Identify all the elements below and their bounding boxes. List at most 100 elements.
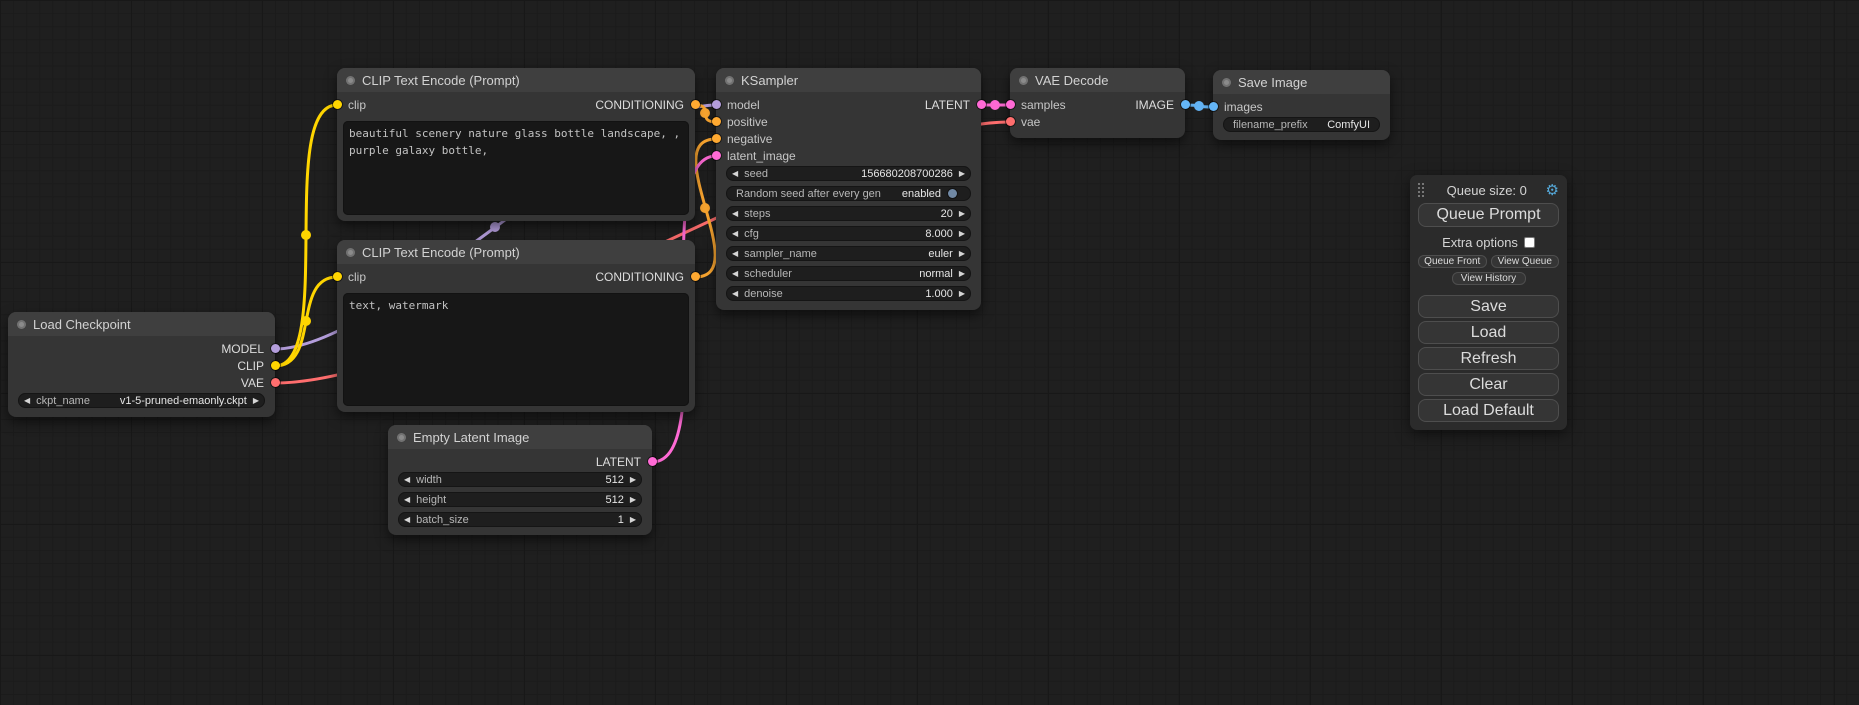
decrement-arrow-icon[interactable]: ◀ [726, 206, 744, 221]
decrement-arrow-icon[interactable]: ◀ [726, 246, 744, 261]
toggle-indicator-icon[interactable] [948, 189, 957, 198]
images-input-dot[interactable] [1209, 102, 1218, 111]
widget-value: 512 [605, 474, 623, 486]
samples-input-dot[interactable] [1006, 100, 1015, 109]
link-midpoint-dot [490, 222, 500, 232]
seed-widget[interactable]: ◀ seed 156680208700286 ▶ [726, 166, 971, 181]
node-vae-decode[interactable]: VAE Decode samples IMAGE vae [1010, 68, 1185, 138]
extra-options-checkbox[interactable] [1524, 237, 1535, 248]
ckpt-name-widget[interactable]: ◀ ckpt_name v1-5-pruned-emaonly.ckpt ▶ [18, 393, 265, 408]
decrement-arrow-icon[interactable]: ◀ [726, 166, 744, 181]
clip-output-dot[interactable] [271, 361, 280, 370]
model-input-dot[interactable] [712, 100, 721, 109]
increment-arrow-icon[interactable]: ▶ [247, 393, 265, 408]
node-clip-text-encode-positive[interactable]: CLIP Text Encode (Prompt) clip CONDITION… [337, 68, 695, 221]
positive-prompt-textarea[interactable]: beautiful scenery nature glass bottle la… [343, 121, 689, 215]
latent-image-input-dot[interactable] [712, 151, 721, 160]
clip-input-dot[interactable] [333, 100, 342, 109]
queue-front-button[interactable]: Queue Front [1418, 255, 1487, 268]
batch-size-widget[interactable]: ◀ batch_size 1 ▶ [398, 512, 642, 527]
steps-widget[interactable]: ◀ steps 20 ▶ [726, 206, 971, 221]
node-ksampler[interactable]: KSampler model LATENT positive negative … [716, 68, 981, 310]
comfy-menu-panel[interactable]: Queue size: 0 ⚙ Queue Prompt Extra optio… [1410, 175, 1567, 430]
width-widget[interactable]: ◀ width 512 ▶ [398, 472, 642, 487]
scheduler-widget[interactable]: ◀ scheduler normal ▶ [726, 266, 971, 281]
sampler-name-widget[interactable]: ◀ sampler_name euler ▶ [726, 246, 971, 261]
decrement-arrow-icon[interactable]: ◀ [398, 492, 416, 507]
input-slot-label: model [727, 98, 760, 112]
decrement-arrow-icon[interactable]: ◀ [18, 393, 36, 408]
slot-section: model LATENT positive negative latent_im… [716, 92, 981, 164]
increment-arrow-icon[interactable]: ▶ [953, 206, 971, 221]
node-title-bar[interactable]: VAE Decode [1010, 68, 1185, 92]
node-save-image[interactable]: Save Image images filename_prefix ComfyU… [1213, 70, 1390, 140]
latent-output-dot[interactable] [648, 457, 657, 466]
decrement-arrow-icon[interactable]: ◀ [726, 286, 744, 301]
load-button[interactable]: Load [1418, 321, 1559, 344]
filename-prefix-widget[interactable]: filename_prefix ComfyUI [1223, 117, 1380, 132]
increment-arrow-icon[interactable]: ▶ [624, 512, 642, 527]
widget-value: euler [928, 248, 952, 260]
node-title-bar[interactable]: Save Image [1213, 70, 1390, 94]
input-slot-label: latent_image [727, 149, 796, 163]
node-title-bar[interactable]: Load Checkpoint [8, 312, 275, 336]
positive-input-dot[interactable] [712, 117, 721, 126]
node-status-dot-icon [1222, 78, 1231, 87]
input-slot-label: images [1224, 100, 1263, 114]
increment-arrow-icon[interactable]: ▶ [953, 246, 971, 261]
decrement-arrow-icon[interactable]: ◀ [726, 266, 744, 281]
menu-header: Queue size: 0 ⚙ [1418, 181, 1559, 199]
queue-buttons-row: Queue Front View Queue [1418, 255, 1559, 268]
node-title-bar[interactable]: CLIP Text Encode (Prompt) [337, 240, 695, 264]
decrement-arrow-icon[interactable]: ◀ [398, 472, 416, 487]
node-status-dot-icon [725, 76, 734, 85]
negative-input-dot[interactable] [712, 134, 721, 143]
height-widget[interactable]: ◀ height 512 ▶ [398, 492, 642, 507]
conditioning-output-dot[interactable] [691, 272, 700, 281]
drag-handle-icon[interactable] [1418, 183, 1424, 197]
increment-arrow-icon[interactable]: ▶ [953, 286, 971, 301]
increment-arrow-icon[interactable]: ▶ [953, 266, 971, 281]
slot-section: clip CONDITIONING [337, 92, 695, 113]
increment-arrow-icon[interactable]: ▶ [624, 472, 642, 487]
save-button[interactable]: Save [1418, 295, 1559, 318]
latent-output-dot[interactable] [977, 100, 986, 109]
vae-input-dot[interactable] [1006, 117, 1015, 126]
decrement-arrow-icon[interactable]: ◀ [726, 226, 744, 241]
node-title: Save Image [1238, 75, 1307, 90]
widget-value: v1-5-pruned-emaonly.ckpt [120, 395, 247, 407]
view-queue-button[interactable]: View Queue [1491, 255, 1560, 268]
refresh-button[interactable]: Refresh [1418, 347, 1559, 370]
widget-label: steps [744, 208, 770, 220]
vae-output-dot[interactable] [271, 378, 280, 387]
node-title-bar[interactable]: Empty Latent Image [388, 425, 652, 449]
clear-button[interactable]: Clear [1418, 373, 1559, 396]
decrement-arrow-icon[interactable]: ◀ [398, 512, 416, 527]
node-status-dot-icon [17, 320, 26, 329]
slot-row: vae [1010, 113, 1185, 130]
clip-input-dot[interactable] [333, 272, 342, 281]
load-default-button[interactable]: Load Default [1418, 399, 1559, 422]
node-clip-text-encode-negative[interactable]: CLIP Text Encode (Prompt) clip CONDITION… [337, 240, 695, 412]
view-history-button[interactable]: View History [1452, 272, 1526, 285]
queue-prompt-button[interactable]: Queue Prompt [1418, 203, 1559, 227]
denoise-widget[interactable]: ◀ denoise 1.000 ▶ [726, 286, 971, 301]
cfg-widget[interactable]: ◀ cfg 8.000 ▶ [726, 226, 971, 241]
image-output-dot[interactable] [1181, 100, 1190, 109]
model-output-dot[interactable] [271, 344, 280, 353]
node-graph-canvas[interactable]: CLIP Text Encode (Prompt) clip CONDITION… [0, 0, 1859, 705]
link-midpoint-dot [301, 316, 311, 326]
node-title-bar[interactable]: KSampler [716, 68, 981, 92]
increment-arrow-icon[interactable]: ▶ [953, 166, 971, 181]
node-title-bar[interactable]: CLIP Text Encode (Prompt) [337, 68, 695, 92]
widget-label: height [416, 494, 446, 506]
settings-gear-icon[interactable]: ⚙ [1546, 183, 1559, 198]
negative-prompt-textarea[interactable]: text, watermark [343, 293, 689, 406]
node-empty-latent-image[interactable]: Empty Latent Image LATENT ◀ width 512 ▶ … [388, 425, 652, 535]
node-load-checkpoint[interactable]: Load Checkpoint MODEL CLIP VAE ◀ ckpt_na… [8, 312, 275, 417]
slot-row: clip CONDITIONING [337, 96, 695, 113]
conditioning-output-dot[interactable] [691, 100, 700, 109]
random-seed-toggle-widget[interactable]: Random seed after every gen enabled [726, 186, 971, 201]
increment-arrow-icon[interactable]: ▶ [953, 226, 971, 241]
increment-arrow-icon[interactable]: ▶ [624, 492, 642, 507]
